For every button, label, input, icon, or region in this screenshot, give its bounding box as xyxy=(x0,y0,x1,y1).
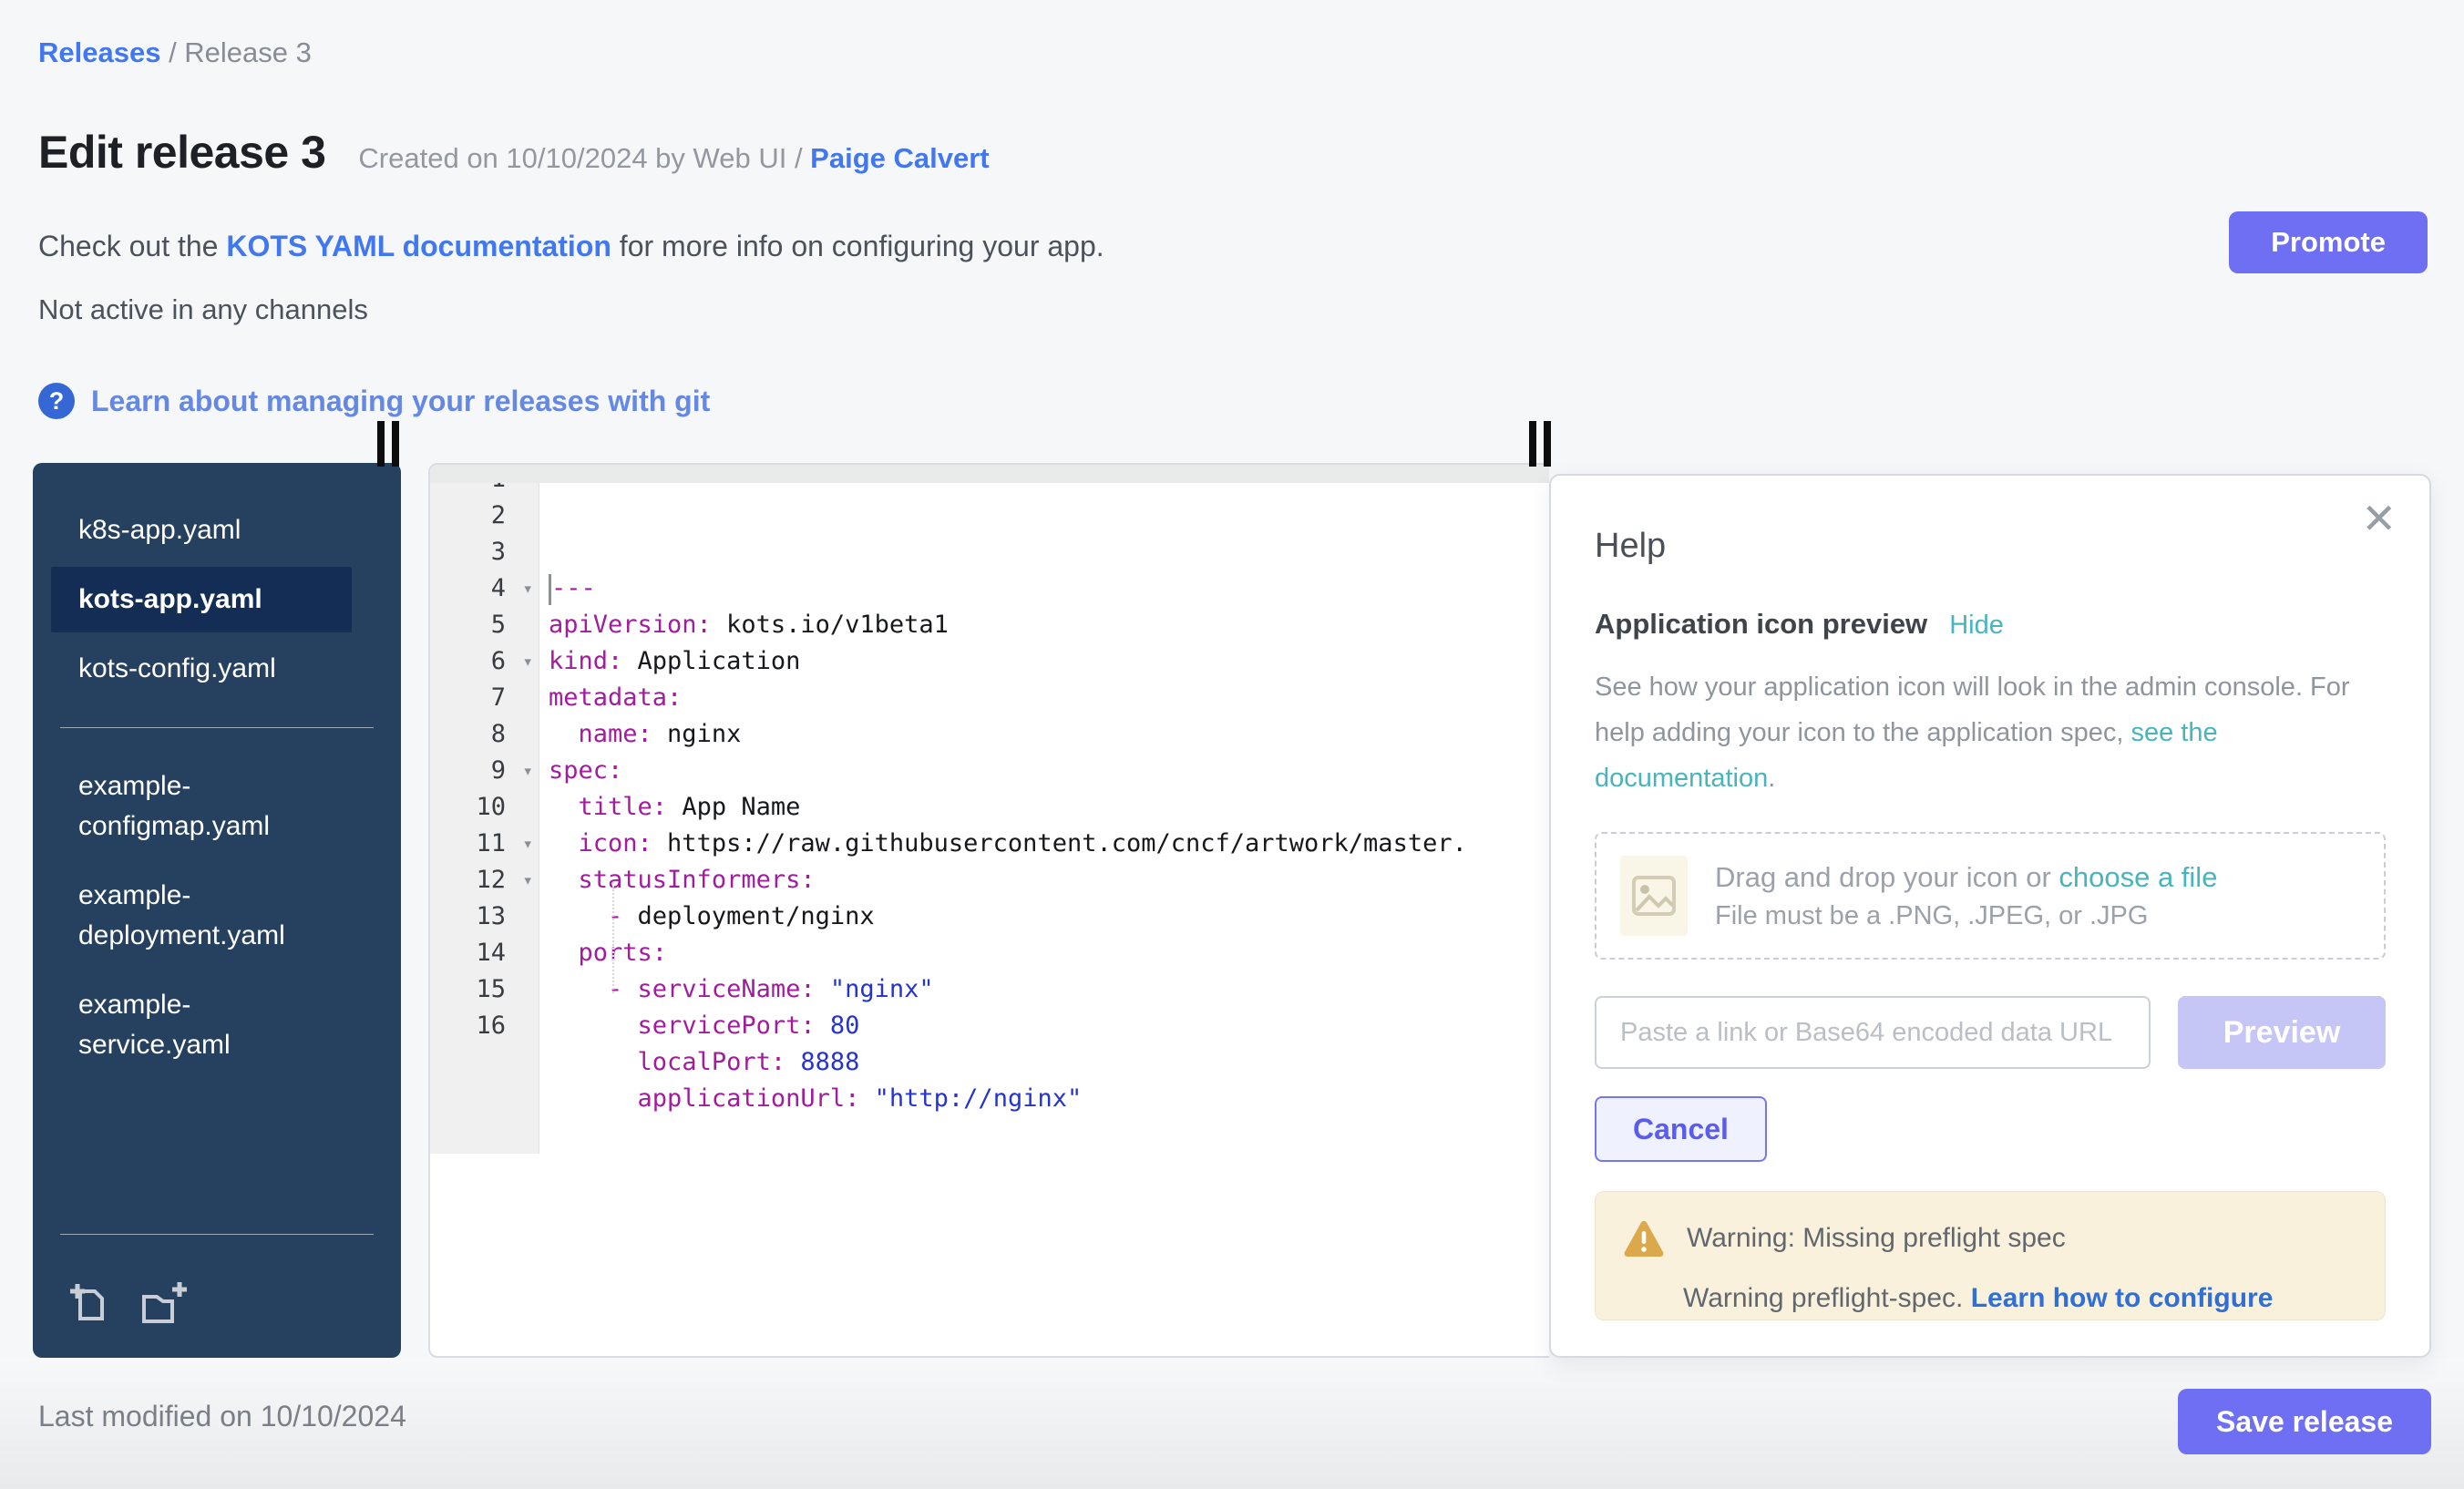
title-row: Edit release 3 Created on 10/10/2024 by … xyxy=(38,126,990,179)
choose-file-link[interactable]: choose a file xyxy=(2058,861,2217,893)
line-number: 2 xyxy=(430,498,539,534)
line-number: 4▾ xyxy=(430,570,539,607)
code-line: title: App Name xyxy=(549,789,1549,826)
file-tree-item-kots-app-yaml[interactable]: kots-app.yaml xyxy=(51,567,352,632)
breadcrumb: Releases / Release 3 xyxy=(38,36,312,69)
help-panel: ✕ Help Application icon preview Hide See… xyxy=(1549,474,2431,1358)
sidebar-resize-handle[interactable] xyxy=(377,421,399,467)
sidebar-divider xyxy=(60,727,374,728)
close-icon[interactable]: ✕ xyxy=(2361,498,2397,539)
editor-gutter: 1234▾56▾789▾1011▾12▾13141516 xyxy=(430,463,539,1154)
file-tree-item-kots-config-yaml[interactable]: kots-config.yaml xyxy=(51,636,352,702)
warning-title: Warning: Missing preflight spec xyxy=(1687,1223,2066,1254)
line-number: 13 xyxy=(430,899,539,935)
icon-preview-description: See how your application icon will look … xyxy=(1595,664,2386,801)
add-file-icon[interactable] xyxy=(66,1280,113,1332)
question-circle-icon: ? xyxy=(38,383,75,419)
channel-status: Not active in any channels xyxy=(38,293,368,326)
code-line: kind: Application xyxy=(549,643,1549,680)
code-line: ports: xyxy=(549,935,1549,971)
line-number: 6▾ xyxy=(430,643,539,680)
dropzone-hint: File must be a .PNG, .JPEG, or .JPG xyxy=(1715,901,2217,931)
line-number: 16 xyxy=(430,1008,539,1044)
code-line: spec: xyxy=(549,753,1549,789)
git-help-row: ? Learn about managing your releases wit… xyxy=(38,383,710,419)
icon-url-input[interactable] xyxy=(1595,996,2151,1069)
kots-yaml-docs-link[interactable]: KOTS YAML documentation xyxy=(226,230,611,262)
add-folder-icon[interactable] xyxy=(137,1280,191,1332)
code-line: localPort: 8888 xyxy=(549,1044,1549,1081)
yaml-editor[interactable]: 1234▾56▾789▾1011▾12▾13141516 ---apiVersi… xyxy=(428,463,1549,1358)
page-title: Edit release 3 xyxy=(38,126,325,179)
hide-link[interactable]: Hide xyxy=(1949,611,2004,641)
code-line: name: nginx xyxy=(549,716,1549,753)
code-line: apiVersion: kots.io/v1beta1 xyxy=(549,607,1549,643)
line-number: 8 xyxy=(430,716,539,753)
preview-button[interactable]: Preview xyxy=(2178,996,2386,1069)
preflight-warning-box: Warning: Missing preflight spec Warning … xyxy=(1595,1191,2386,1320)
code-line: icon: https://raw.githubusercontent.com/… xyxy=(549,826,1549,862)
help-panel-title: Help xyxy=(1595,527,2386,566)
breadcrumb-releases-link[interactable]: Releases xyxy=(38,36,160,68)
help-resize-handle[interactable] xyxy=(1529,421,1551,467)
file-tree-item-example-service-yaml[interactable]: example-service.yaml xyxy=(51,972,352,1078)
code-line: metadata: xyxy=(549,680,1549,716)
line-number: 10 xyxy=(430,789,539,826)
breadcrumb-separator: / xyxy=(160,36,184,68)
author-link[interactable]: Paige Calvert xyxy=(810,142,989,174)
warning-detail: Warning preflight-spec. Learn how to con… xyxy=(1683,1283,2357,1314)
code-line: statusInformers: xyxy=(549,862,1549,899)
indent-guide xyxy=(612,882,614,993)
cancel-button[interactable]: Cancel xyxy=(1595,1096,1767,1162)
code-line: servicePort: 80 xyxy=(549,1008,1549,1044)
warning-triangle-icon xyxy=(1623,1219,1665,1258)
file-tree-item-example-configmap-yaml[interactable]: example-configmap.yaml xyxy=(51,754,352,859)
line-number: 9▾ xyxy=(430,753,539,789)
fold-arrow-icon[interactable]: ▾ xyxy=(523,643,533,680)
line-number: 3 xyxy=(430,534,539,570)
code-line: - deployment/nginx xyxy=(549,899,1549,935)
dropzone-text: Drag and drop your icon or choose a file xyxy=(1715,861,2217,894)
sidebar-footer-divider xyxy=(60,1234,374,1235)
file-tree-sidebar: k8s-app.yamlkots-app.yamlkots-config.yam… xyxy=(33,463,401,1358)
line-number: 15 xyxy=(430,971,539,1008)
file-tree-item-k8s-app-yaml[interactable]: k8s-app.yaml xyxy=(51,498,352,563)
save-release-button[interactable]: Save release xyxy=(2178,1389,2431,1454)
line-number: 5 xyxy=(430,607,539,643)
icon-preview-title: Application icon preview xyxy=(1595,608,1927,641)
learn-configure-link[interactable]: Learn how to configure xyxy=(1971,1283,2274,1313)
fold-arrow-icon[interactable]: ▾ xyxy=(523,862,533,899)
code-line: --- xyxy=(549,570,1549,607)
footer-bar: Last modified on 10/10/2024 Save release xyxy=(0,1358,2464,1489)
line-number: 14 xyxy=(430,935,539,971)
breadcrumb-current: Release 3 xyxy=(184,36,312,68)
code-line: applicationUrl: "http://nginx" xyxy=(549,1081,1549,1117)
fold-arrow-icon[interactable]: ▾ xyxy=(523,570,533,607)
line-number: 12▾ xyxy=(430,862,539,899)
docs-line: Check out the KOTS YAML documentation fo… xyxy=(38,230,1104,263)
code-line xyxy=(549,1117,1549,1154)
file-tree-item-example-deployment-yaml[interactable]: example-deployment.yaml xyxy=(51,863,352,969)
fold-arrow-icon[interactable]: ▾ xyxy=(523,826,533,862)
fold-arrow-icon[interactable]: ▾ xyxy=(523,753,533,789)
release-meta: Created on 10/10/2024 by Web UI / Paige … xyxy=(358,142,989,175)
line-number: 7 xyxy=(430,680,539,716)
image-placeholder-icon xyxy=(1620,856,1688,936)
editor-code[interactable]: ---apiVersion: kots.io/v1beta1kind: Appl… xyxy=(539,463,1549,1154)
editor-top-strip xyxy=(430,465,1549,483)
git-releases-link[interactable]: Learn about managing your releases with … xyxy=(91,385,710,418)
code-line: - serviceName: "nginx" xyxy=(549,971,1549,1008)
last-modified-text: Last modified on 10/10/2024 xyxy=(38,1400,406,1433)
main-content: k8s-app.yamlkots-app.yamlkots-config.yam… xyxy=(33,463,2431,1358)
icon-dropzone[interactable]: Drag and drop your icon or choose a file… xyxy=(1595,832,2386,960)
line-number: 11▾ xyxy=(430,826,539,862)
promote-button[interactable]: Promote xyxy=(2229,211,2428,273)
